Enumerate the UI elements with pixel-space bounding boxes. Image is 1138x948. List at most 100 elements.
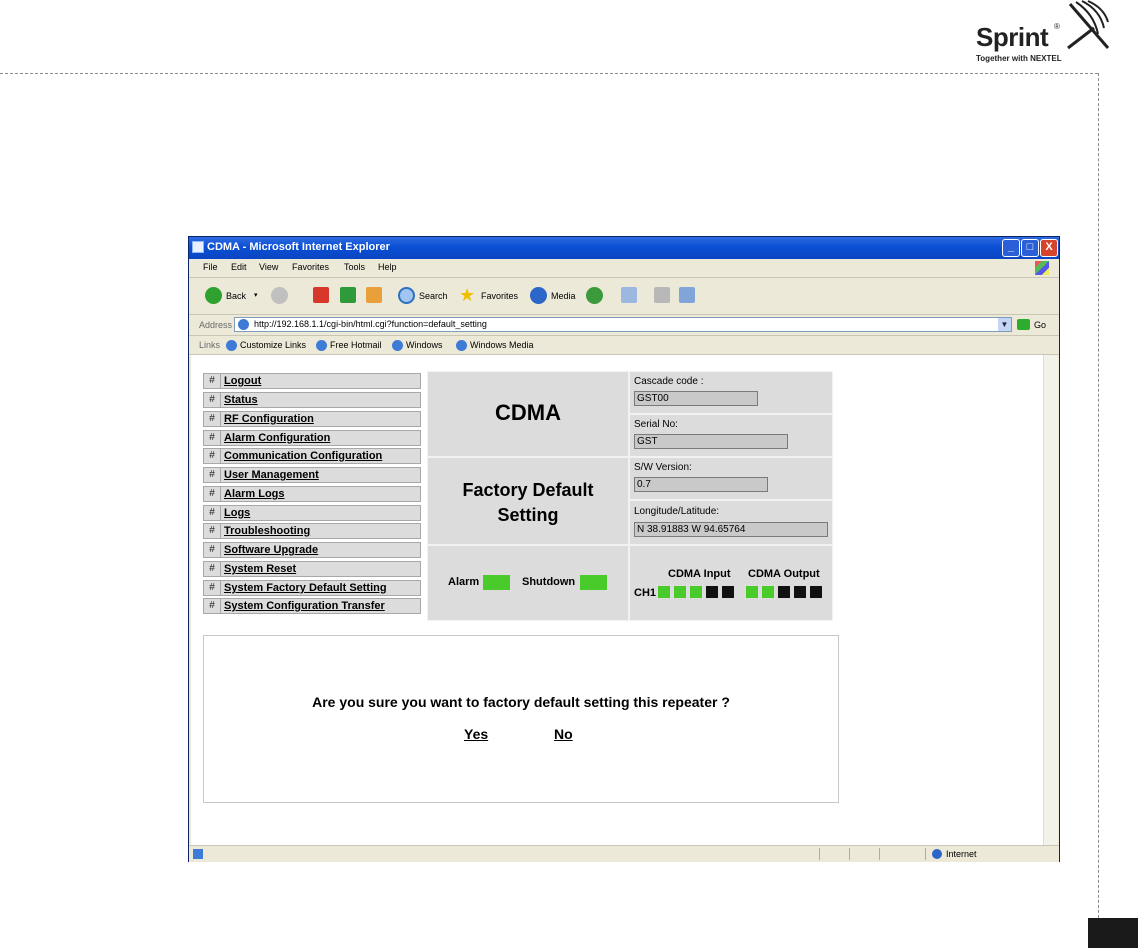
nav-hash: # [204, 431, 221, 445]
search-button[interactable]: Search [419, 291, 448, 301]
favorites-button[interactable]: Favorites [481, 291, 518, 301]
history-icon[interactable] [586, 287, 603, 304]
nav-link-logs[interactable]: Logs [224, 507, 250, 519]
nav-hash: # [204, 487, 221, 501]
output-led-icon [810, 586, 822, 598]
back-arrow-icon[interactable] [205, 287, 222, 304]
link-free-hotmail[interactable]: Free Hotmail [330, 340, 382, 350]
minimize-button[interactable]: _ [1002, 239, 1020, 257]
sw-version-label: S/W Version: [634, 462, 692, 473]
yes-link[interactable]: Yes [464, 726, 488, 742]
page-title-line1: Factory Default [462, 480, 594, 500]
nav-hash: # [204, 468, 221, 482]
nav-item-alarm-configuration[interactable]: # Alarm Configuration [203, 430, 421, 446]
home-icon[interactable] [366, 287, 382, 303]
geo-field: N 38.91883 W 94.65764 [634, 522, 828, 537]
address-dropdown-icon[interactable]: ▼ [998, 318, 1011, 331]
menu-file[interactable]: File [203, 262, 218, 272]
favorites-star-icon[interactable]: ★ [459, 286, 477, 304]
standard-toolbar: Back ▾ Search ★ Favorites Media [189, 278, 1059, 315]
alarm-cell: Alarm Shutdown [427, 545, 629, 621]
status-divider [925, 848, 926, 860]
nav-item-rf-configuration[interactable]: # RF Configuration [203, 411, 421, 427]
back-button[interactable]: Back [226, 291, 246, 301]
maximize-button[interactable]: □ [1021, 239, 1039, 257]
link-windows[interactable]: Windows [406, 340, 443, 350]
menu-help[interactable]: Help [378, 262, 397, 272]
media-button[interactable]: Media [551, 291, 576, 301]
geo-cell: Longitude/Latitude: N 38.91883 W 94.6576… [629, 500, 833, 545]
product-title: CDMA [495, 400, 561, 425]
page-number-tab [1088, 918, 1138, 948]
input-led-icon [722, 586, 734, 598]
nav-item-system-factory-default-setting[interactable]: # System Factory Default Setting [203, 580, 421, 596]
nav-item-system-reset[interactable]: # System Reset [203, 561, 421, 577]
nav-item-troubleshooting[interactable]: # Troubleshooting [203, 523, 421, 539]
page-title-cell: Factory Default Setting [427, 457, 629, 545]
nav-item-logs[interactable]: # Logs [203, 505, 421, 521]
nav-link-rf-configuration[interactable]: RF Configuration [224, 413, 314, 425]
print-icon[interactable] [654, 287, 670, 303]
link-page-icon [456, 340, 467, 351]
serial-cell: Serial No: GST [629, 414, 833, 457]
address-input[interactable]: http://192.168.1.1/cgi-bin/html.cgi?func… [234, 317, 1012, 332]
sw-version-cell: S/W Version: 0.7 [629, 457, 833, 500]
no-link[interactable]: No [554, 726, 573, 742]
link-customize-links[interactable]: Customize Links [240, 340, 306, 350]
nav-item-user-management[interactable]: # User Management [203, 467, 421, 483]
address-url[interactable]: http://192.168.1.1/cgi-bin/html.cgi?func… [254, 319, 487, 329]
confirm-question: Are you sure you want to factory default… [312, 694, 730, 710]
nav-link-system-reset[interactable]: System Reset [224, 563, 296, 575]
mail-icon[interactable] [621, 287, 637, 303]
nav-item-communication-configuration[interactable]: # Communication Configuration [203, 448, 421, 464]
back-dropdown-icon[interactable]: ▾ [254, 291, 258, 299]
channel-label: CH1 [634, 587, 657, 599]
go-arrow-icon[interactable] [1017, 319, 1030, 330]
menu-tools[interactable]: Tools [344, 262, 365, 272]
close-button[interactable]: X [1040, 239, 1058, 257]
sw-version-field: 0.7 [634, 477, 768, 492]
nav-hash: # [204, 506, 221, 520]
nav-link-system-factory-default-setting[interactable]: System Factory Default Setting [224, 582, 387, 594]
status-divider [849, 848, 850, 860]
menu-edit[interactable]: Edit [231, 262, 247, 272]
nav-link-troubleshooting[interactable]: Troubleshooting [224, 525, 310, 537]
ie-page-icon [192, 241, 204, 253]
status-divider [819, 848, 820, 860]
vertical-scrollbar[interactable] [1043, 355, 1058, 845]
menu-favorites[interactable]: Favorites [292, 262, 329, 272]
nav-hash: # [204, 599, 221, 613]
alarm-led-icon [483, 575, 510, 590]
nav-item-logout[interactable]: # Logout [203, 373, 421, 389]
go-button[interactable]: Go [1034, 320, 1046, 330]
refresh-icon[interactable] [340, 287, 356, 303]
alarm-label: Alarm [448, 576, 480, 588]
stop-icon[interactable] [313, 287, 329, 303]
internet-zone-icon [932, 849, 942, 859]
nav-link-system-configuration-transfer[interactable]: System Configuration Transfer [224, 600, 385, 612]
search-icon[interactable] [398, 287, 415, 304]
address-label: Address [199, 320, 233, 330]
nav-item-system-configuration-transfer[interactable]: # System Configuration Transfer [203, 598, 421, 614]
nav-link-status[interactable]: Status [224, 394, 258, 406]
nav-item-status[interactable]: # Status [203, 392, 421, 408]
media-icon[interactable] [530, 287, 547, 304]
link-page-icon [226, 340, 237, 351]
link-windows-media[interactable]: Windows Media [470, 340, 534, 350]
nav-hash: # [204, 581, 221, 595]
edit-icon[interactable] [679, 287, 695, 303]
nav-hash: # [204, 412, 221, 426]
menu-view[interactable]: View [259, 262, 278, 272]
status-divider [879, 848, 880, 860]
nav-link-alarm-configuration[interactable]: Alarm Configuration [224, 432, 330, 444]
nav-link-communication-configuration[interactable]: Communication Configuration [224, 450, 382, 462]
shutdown-label: Shutdown [522, 576, 576, 588]
nav-item-software-upgrade[interactable]: # Software Upgrade [203, 542, 421, 558]
nav-link-software-upgrade[interactable]: Software Upgrade [224, 544, 318, 556]
nav-item-alarm-logs[interactable]: # Alarm Logs [203, 486, 421, 502]
nav-hash: # [204, 374, 221, 388]
nav-link-logout[interactable]: Logout [224, 375, 261, 387]
nav-link-user-management[interactable]: User Management [224, 469, 319, 481]
forward-arrow-icon[interactable] [271, 287, 288, 304]
nav-link-alarm-logs[interactable]: Alarm Logs [224, 488, 285, 500]
